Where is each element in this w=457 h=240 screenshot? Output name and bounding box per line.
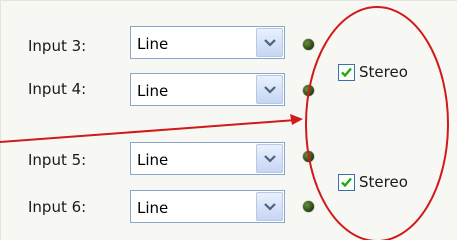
pointer-arrow-line xyxy=(0,119,297,143)
annotation-overlay xyxy=(0,6,449,240)
highlight-ellipse xyxy=(305,6,449,240)
arrow-head-icon xyxy=(290,114,303,125)
